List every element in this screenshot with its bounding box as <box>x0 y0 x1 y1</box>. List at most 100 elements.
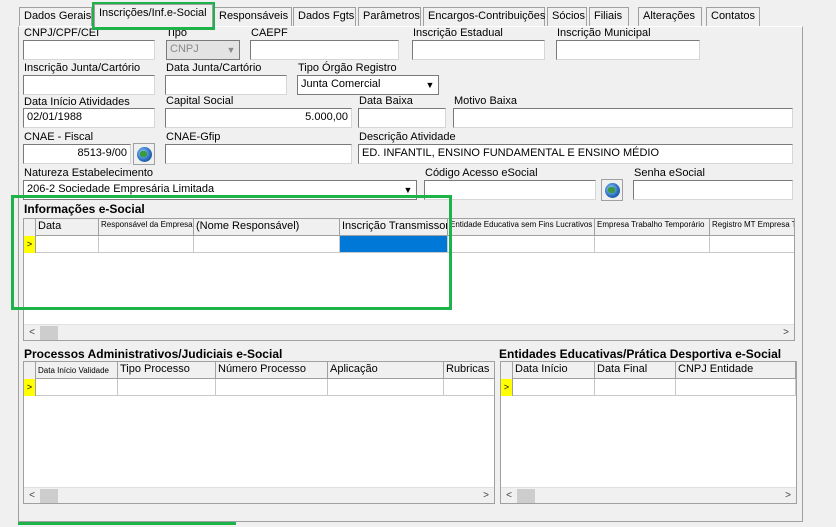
data-inicio-label: Data Início Atividades <box>24 96 130 108</box>
cnae-fiscal-field[interactable]: 8513-9/00 <box>23 144 131 164</box>
col-nome-responsavel: (Nome Responsável) <box>194 219 340 236</box>
scroll-thumb[interactable] <box>40 326 58 340</box>
motivo-baixa-label: Motivo Baixa <box>454 95 517 107</box>
col-cnpj-entidade: CNPJ Entidade <box>676 362 796 379</box>
tab-socios[interactable]: Sócios <box>547 7 587 26</box>
row-pointer-icon: > <box>24 379 36 396</box>
col-aplicacao: Aplicação <box>328 362 444 379</box>
motivo-baixa-field[interactable] <box>453 108 793 128</box>
entidades-grid[interactable]: Data Início Data Final CNPJ Entidade > <… <box>500 361 797 504</box>
arrow-right-icon[interactable]: > <box>780 488 796 503</box>
col-tipo-processo: Tipo Processo <box>118 362 216 379</box>
col-data-final: Data Final <box>595 362 676 379</box>
horizontal-scrollbar[interactable]: < > <box>501 487 796 503</box>
table-cell[interactable] <box>328 379 444 396</box>
info-esocial-grid[interactable]: Data Responsável da Empresa (Nome Respon… <box>23 218 795 341</box>
table-cell[interactable] <box>216 379 328 396</box>
insc-junta-label: Inscrição Junta/Cartório <box>24 62 141 74</box>
col-data-inicio: Data Início <box>513 362 595 379</box>
cnpj-label: CNPJ/CPF/CEI <box>24 27 100 39</box>
tab-responsaveis[interactable]: Responsáveis <box>214 7 292 26</box>
natureza-select[interactable]: 206-2 Sociedade Empresária Limitada ▼ <box>23 180 417 200</box>
col-responsavel: Responsável da Empresa <box>99 219 194 236</box>
arrow-left-icon[interactable]: < <box>501 488 517 503</box>
scroll-thumb[interactable] <box>517 489 535 503</box>
insc-municipal-field[interactable] <box>556 40 700 60</box>
esocial-lookup-button[interactable] <box>601 179 623 201</box>
globe-icon <box>136 146 152 162</box>
grid-corner <box>24 219 36 236</box>
tab-alteracoes[interactable]: Alterações <box>638 7 702 26</box>
insc-estadual-field[interactable] <box>412 40 545 60</box>
desc-atividade-field[interactable]: ED. INFANTIL, ENSINO FUNDAMENTAL E ENSIN… <box>358 144 793 164</box>
natureza-value: 206-2 Sociedade Empresária Limitada <box>27 183 215 195</box>
data-baixa-field[interactable] <box>358 108 446 128</box>
entidades-title: Entidades Educativas/Prática Desportiva … <box>499 347 782 361</box>
senha-field[interactable] <box>633 180 793 200</box>
codigo-acesso-field[interactable] <box>424 180 596 200</box>
arrow-left-icon[interactable]: < <box>24 325 40 340</box>
horizontal-scrollbar[interactable]: < > <box>24 324 794 340</box>
natureza-label: Natureza Estabelecimento <box>24 167 154 179</box>
table-cell[interactable] <box>595 236 710 253</box>
tab-inscricoes[interactable]: Inscrições/Inf.e-Social <box>94 4 213 27</box>
data-inicio-field[interactable]: 02/01/1988 <box>23 108 155 128</box>
table-cell[interactable] <box>448 236 595 253</box>
desc-atividade-label: Descrição Atividade <box>359 131 456 143</box>
cnae-lookup-button[interactable] <box>133 143 155 165</box>
table-cell[interactable] <box>118 379 216 396</box>
horizontal-scrollbar[interactable]: < > <box>24 487 494 503</box>
tipo-value: CNPJ <box>170 43 199 55</box>
table-cell[interactable] <box>444 379 494 396</box>
senha-label: Senha eSocial <box>634 167 705 179</box>
tab-filiais[interactable]: Filiais <box>589 7 629 26</box>
globe-icon <box>604 182 620 198</box>
tipo-orgao-label: Tipo Órgão Registro <box>298 62 397 74</box>
col-registro-mt: Registro MT Empresa Trabalho Temporário <box>710 219 794 236</box>
codigo-acesso-label: Código Acesso eSocial <box>425 167 538 179</box>
table-cell[interactable] <box>513 379 595 396</box>
table-cell[interactable] <box>36 236 99 253</box>
cnae-gfip-field[interactable] <box>165 144 352 164</box>
caepf-field[interactable] <box>250 40 399 60</box>
tipo-orgao-select[interactable]: Junta Comercial ▼ <box>297 75 439 95</box>
processos-grid[interactable]: Data Início Validade Tipo Processo Númer… <box>23 361 495 504</box>
tab-bar: Dados Gerais Inscrições/Inf.e-Social Res… <box>0 0 836 27</box>
insc-estadual-label: Inscrição Estadual <box>413 27 503 39</box>
arrow-left-icon[interactable]: < <box>24 488 40 503</box>
insc-junta-field[interactable] <box>23 75 155 95</box>
grid-corner <box>501 362 513 379</box>
data-junta-field[interactable] <box>165 75 287 95</box>
col-data-inicio-validade: Data Início Validade <box>36 362 118 379</box>
col-entidade-educativa: Entidade Educativa sem Fins Lucrativos <box>448 219 595 236</box>
col-empresa-temporario: Empresa Trabalho Temporário <box>595 219 710 236</box>
table-cell[interactable] <box>99 236 194 253</box>
tab-dados-fgts[interactable]: Dados Fgts <box>293 7 356 26</box>
row-pointer-icon: > <box>24 236 36 253</box>
arrow-right-icon[interactable]: > <box>478 488 494 503</box>
tab-dados-gerais[interactable]: Dados Gerais <box>19 7 92 26</box>
tab-encargos[interactable]: Encargos-Contribuições <box>423 7 545 26</box>
highlight-bar-bottom <box>18 522 236 525</box>
chevron-down-icon: ▼ <box>223 41 239 59</box>
tipo-label: Tipo <box>166 27 187 39</box>
scroll-thumb[interactable] <box>40 489 58 503</box>
table-cell[interactable] <box>676 379 796 396</box>
table-cell[interactable] <box>194 236 340 253</box>
capital-label: Capital Social <box>166 95 234 107</box>
tab-contatos[interactable]: Contatos <box>706 7 760 26</box>
selected-cell[interactable] <box>340 236 448 253</box>
table-cell[interactable] <box>36 379 118 396</box>
cnpj-field[interactable] <box>23 40 155 60</box>
data-baixa-label: Data Baixa <box>359 95 413 107</box>
row-pointer-icon: > <box>501 379 513 396</box>
tab-parametros[interactable]: Parâmetros <box>358 7 421 26</box>
capital-field[interactable]: 5.000,00 <box>165 108 352 128</box>
tipo-select[interactable]: CNPJ ▼ <box>166 40 240 60</box>
data-junta-label: Data Junta/Cartório <box>166 62 262 74</box>
arrow-right-icon[interactable]: > <box>778 325 794 340</box>
info-esocial-title: Informações e-Social <box>24 202 145 216</box>
table-cell[interactable] <box>710 236 794 253</box>
table-cell[interactable] <box>595 379 676 396</box>
insc-municipal-label: Inscrição Municipal <box>557 27 651 39</box>
